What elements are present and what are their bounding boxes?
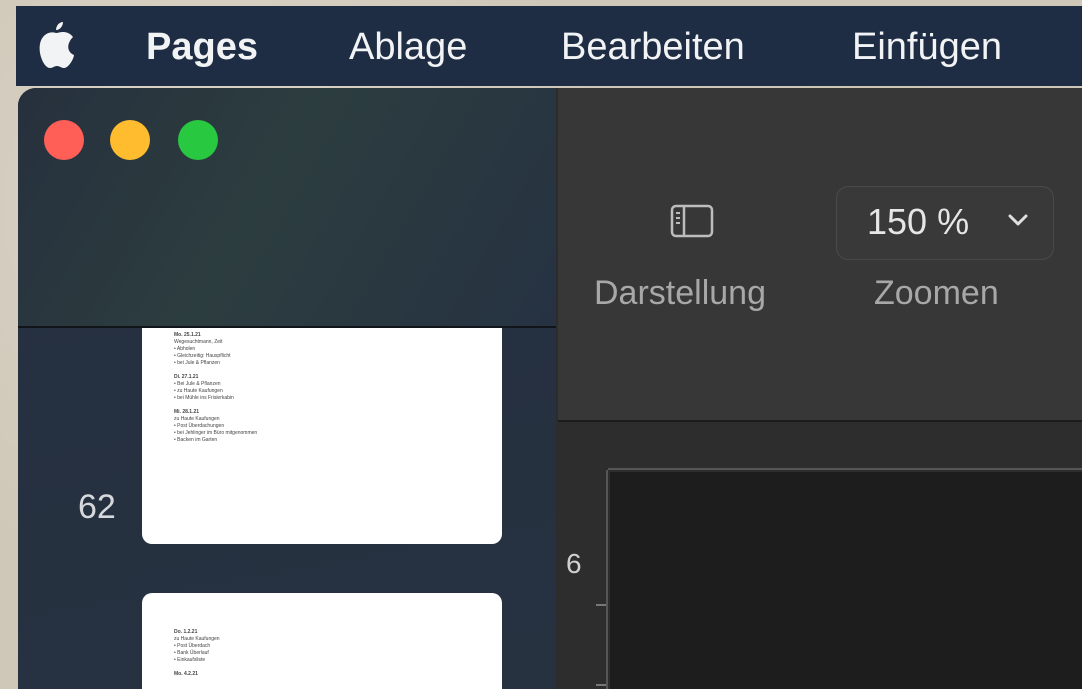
- thumbnail-line: • Abholen: [174, 346, 196, 352]
- thumbnail-line: • zu Haute Kaufungen: [174, 388, 223, 394]
- menu-ablage[interactable]: Ablage: [349, 26, 467, 68]
- thumbnail-line: • Bank Überlauf: [174, 650, 209, 656]
- sidebar-header: [18, 88, 556, 328]
- thumbnail-line: Mo. 4.2.21: [174, 671, 198, 677]
- sidebar-toggle-icon: [670, 204, 714, 238]
- thumbnail-line: • Bei Jule & Pflanzen: [174, 381, 221, 387]
- thumbnail-line: zu Haute Kaufungen: [174, 416, 220, 422]
- thumbnail-line: • Post Überdach: [174, 643, 211, 649]
- apple-logo-icon[interactable]: [36, 18, 76, 72]
- page-thumbnail-62[interactable]: Mo. 25.1.21 Wegesuchtmann, Zeit • Abholen •…: [142, 328, 502, 544]
- toolbar: Darstellung 150 % Zoomen: [558, 88, 1082, 422]
- thumbnail-line: • bei Mühle ins Frisierkabin: [174, 395, 234, 401]
- close-button[interactable]: [44, 120, 84, 160]
- menu-bar: Pages Ablage Bearbeiten Einfügen: [16, 6, 1082, 86]
- ruler-tick: [596, 684, 606, 686]
- thumbnail-line: Do. 1.2.21: [174, 629, 198, 635]
- thumbnail-line: zu Haute Kaufungen: [174, 636, 220, 642]
- thumbnail-line: [174, 402, 257, 409]
- document-canvas: 6: [558, 422, 1082, 689]
- zoom-dropdown[interactable]: 150 %: [836, 186, 1054, 260]
- menu-einfuegen[interactable]: Einfügen: [852, 26, 1002, 68]
- minimize-button[interactable]: [110, 120, 150, 160]
- ruler-number: 6: [566, 548, 582, 579]
- fullscreen-button[interactable]: [178, 120, 218, 160]
- thumbnail-line: Wegesuchtmann, Zeit: [174, 339, 223, 345]
- thumbnail-line: [174, 664, 220, 671]
- horizontal-ruler: [608, 468, 1082, 470]
- thumbnail-line: • Gleichzeitig: Hauspflicht: [174, 353, 231, 359]
- thumbnail-line: • Einkaufsliste: [174, 657, 206, 663]
- page-thumbnail-63[interactable]: Do. 1.2.21 zu Haute Kaufungen • Post Überd…: [142, 593, 502, 689]
- page-thumbnail-sidebar: Mo. 25.1.21 Wegesuchtmann, Zeit • Abholen •…: [18, 88, 556, 689]
- thumbnail-text: Do. 1.2.21 zu Haute Kaufungen • Post Überd…: [174, 629, 220, 678]
- page-number: 62: [78, 488, 116, 526]
- thumbnail-line: • bei Jehlinger im Büro mitgenommen: [174, 430, 258, 436]
- thumbnail-line: Di. 27.1.21: [174, 374, 199, 380]
- zoom-label: Zoomen: [874, 274, 999, 312]
- zoom-value: 150 %: [867, 201, 970, 242]
- chevron-down-icon: [1008, 214, 1028, 226]
- thumbnail-line: • Post Überdachungen: [174, 423, 225, 429]
- menu-pages[interactable]: Pages: [146, 26, 258, 68]
- thumbnail-text: Mo. 25.1.21 Wegesuchtmann, Zeit • Abholen •…: [174, 332, 257, 444]
- thumbnail-line: [174, 367, 257, 374]
- thumbnail-line: Mo. 25.1.21: [174, 332, 201, 338]
- thumbnail-line: Mi. 28.1.21: [174, 409, 200, 415]
- thumbnail-line: • bei Jule & Pflanzen: [174, 360, 220, 366]
- thumbnail-line: • Backen im Garten: [174, 437, 218, 443]
- menu-bearbeiten[interactable]: Bearbeiten: [561, 26, 745, 68]
- view-label: Darstellung: [594, 274, 766, 312]
- pages-window: Mo. 25.1.21 Wegesuchtmann, Zeit • Abholen •…: [18, 88, 1082, 689]
- document-page[interactable]: [610, 472, 1082, 689]
- ruler-tick: [596, 604, 606, 606]
- vertical-ruler: [606, 470, 608, 689]
